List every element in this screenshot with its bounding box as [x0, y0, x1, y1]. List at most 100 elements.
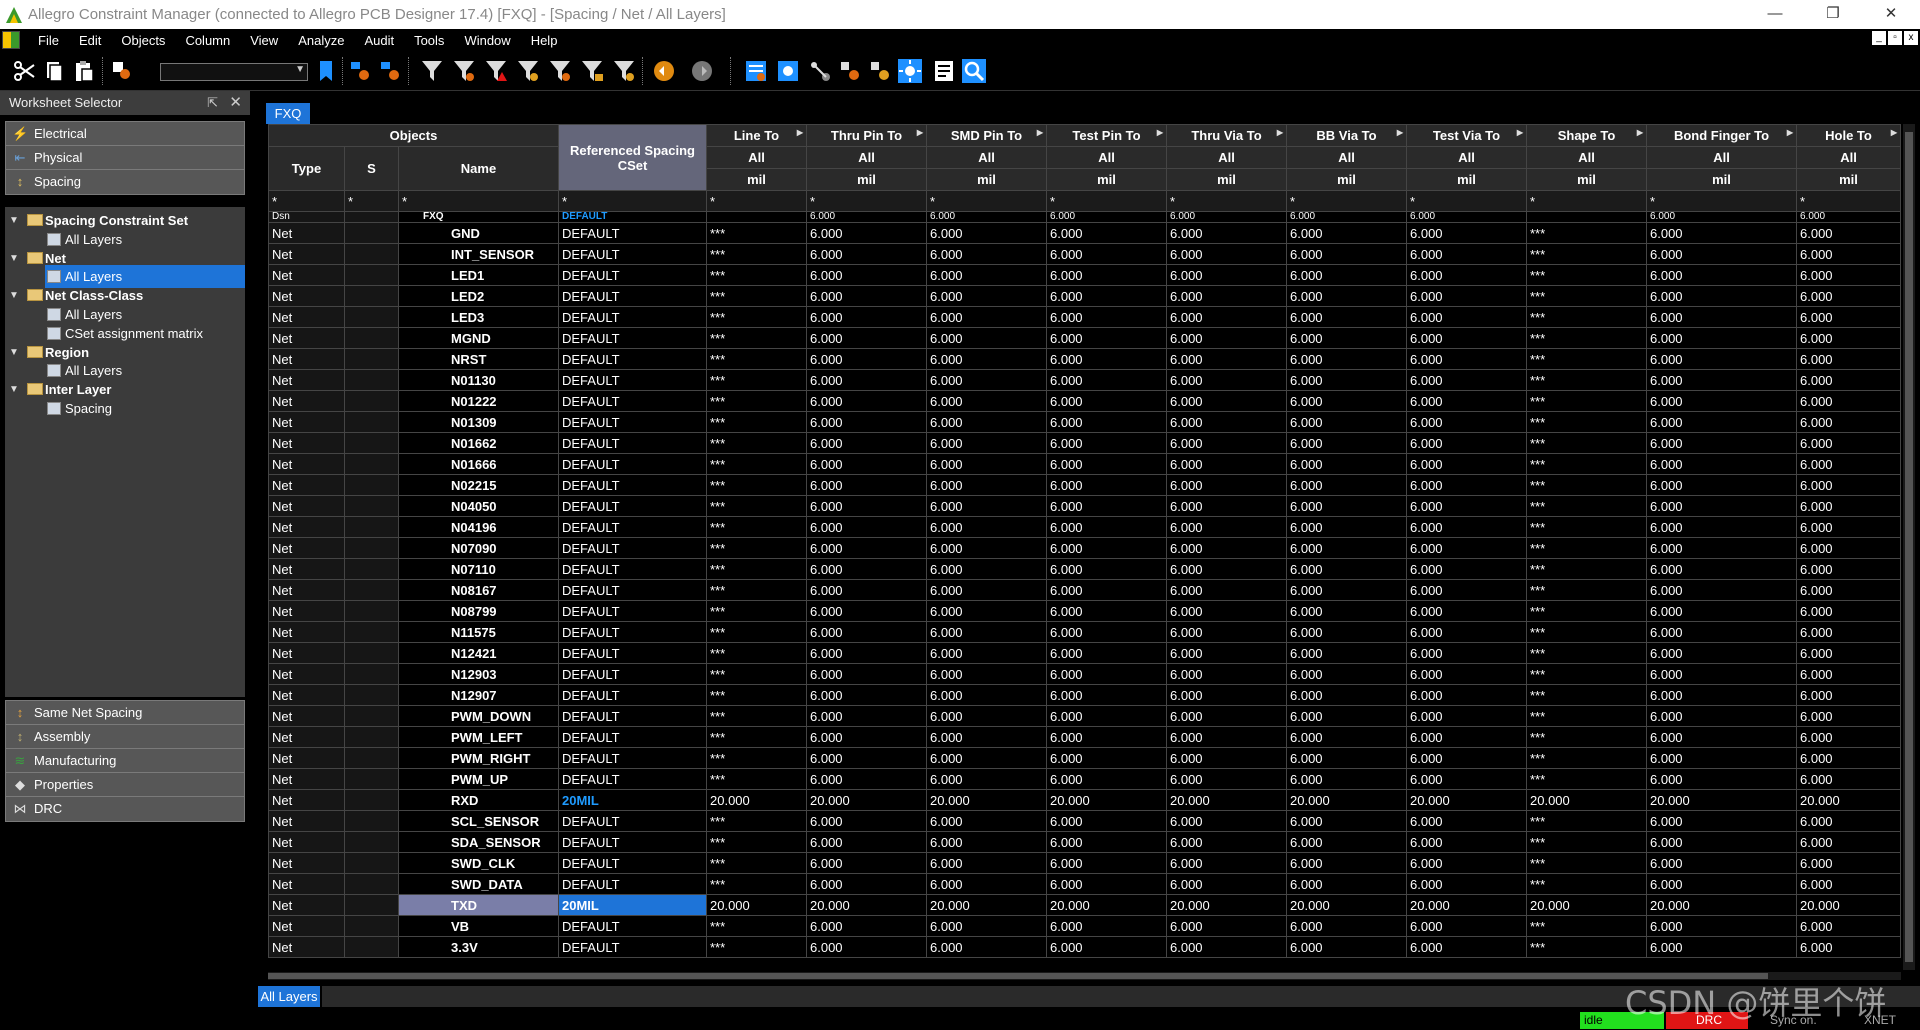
value-cell[interactable]: 6.000 [1646, 432, 1797, 454]
value-cell[interactable]: *** [706, 474, 807, 496]
value-cell[interactable]: 20.000 [926, 894, 1047, 916]
value-cell[interactable]: 6.000 [1046, 705, 1167, 727]
value-cell[interactable]: 6.000 [1046, 726, 1167, 748]
value-cell[interactable]: 6.000 [1286, 873, 1407, 895]
value-cell[interactable]: 20.000 [1796, 894, 1901, 916]
value-cell[interactable]: 6.000 [1046, 285, 1167, 307]
s-cell[interactable] [344, 726, 399, 748]
value-cell[interactable]: 6.000 [1646, 747, 1797, 769]
s-cell[interactable] [344, 495, 399, 517]
value-cell[interactable]: 6.000 [1646, 390, 1797, 412]
table-row[interactable]: Net INT_SENSOR DEFAULT *** 6.000 6.000 6.000 6.… [268, 243, 1901, 265]
s-cell[interactable] [344, 873, 399, 895]
value-cell[interactable]: 6.000 [1286, 474, 1407, 496]
flag-next-icon[interactable] [378, 59, 402, 83]
value-cell[interactable]: *** [1526, 453, 1647, 475]
value-cell[interactable]: 20.000 [1796, 789, 1901, 811]
value-cell[interactable]: *** [706, 873, 807, 895]
expand-arrow-icon[interactable]: ▼ [9, 247, 19, 270]
worksheet-button-physical[interactable]: ⇤ Physical [5, 145, 245, 171]
value-cell[interactable]: *** [706, 831, 807, 853]
worksheet-icon[interactable] [744, 59, 768, 83]
value-cell[interactable]: 6.000 [1646, 600, 1797, 622]
value-cell[interactable]: 6.000 [1406, 537, 1527, 559]
value-cell[interactable]: 6.000 [1286, 831, 1407, 853]
settings-sun-icon[interactable] [898, 59, 922, 83]
value-cell[interactable]: 6.000 [806, 432, 927, 454]
value-cell[interactable]: 6.000 [1166, 768, 1287, 790]
value-cell[interactable]: 6.000 [1646, 663, 1797, 685]
value-cell[interactable]: 6.000 [1166, 264, 1287, 286]
value-cell[interactable]: *** [1526, 768, 1647, 790]
table-row[interactable]: Net N08167 DEFAULT *** 6.000 6.000 6.000 6.000 6… [268, 579, 1901, 601]
value-cell[interactable]: 6.000 [1646, 411, 1797, 433]
table-row[interactable]: Net 3.3V DEFAULT *** 6.000 6.000 6.000 6.000 6.0… [268, 936, 1901, 958]
value-cell[interactable]: 6.000 [1046, 936, 1167, 958]
table-row[interactable]: Net SWD_DATA DEFAULT *** 6.000 6.000 6.000 6.00… [268, 873, 1901, 895]
table-row[interactable]: Net MGND DEFAULT *** 6.000 6.000 6.000 6.000 6.0… [268, 327, 1901, 349]
menu-analyze[interactable]: Analyze [288, 33, 354, 48]
design-row-partial[interactable]: Dsn FXQ DEFAULT 6.000 6.000 6.000 6.000 6.000 6.… [268, 211, 1901, 223]
s-cell[interactable] [344, 915, 399, 937]
value-cell[interactable]: 6.000 [1046, 516, 1167, 538]
value-cell[interactable]: *** [706, 642, 807, 664]
net-name-cell[interactable]: FXQ [398, 211, 559, 223]
analyze-icon[interactable] [776, 59, 800, 83]
expand-arrow-icon[interactable]: ▼ [9, 209, 19, 232]
type-cell[interactable]: Net [268, 621, 345, 643]
column-header-hole-to[interactable]: Hole To ▶ [1796, 124, 1901, 147]
value-cell[interactable]: 6.000 [1046, 306, 1167, 328]
value-cell[interactable]: 6.000 [1166, 558, 1287, 580]
filter-cell[interactable]: * [558, 190, 707, 212]
value-cell[interactable]: 6.000 [1166, 327, 1287, 349]
s-cell[interactable] [344, 600, 399, 622]
value-cell[interactable]: 6.000 [1796, 327, 1901, 349]
expand-column-icon[interactable]: ▶ [1397, 128, 1403, 137]
value-cell[interactable]: 6.000 [926, 768, 1047, 790]
column-header-thru-via-to[interactable]: Thru Via To ▶ [1166, 124, 1287, 147]
value-cell[interactable]: 6.000 [1166, 495, 1287, 517]
worksheet-tab-all-layers[interactable]: All Layers [258, 986, 320, 1007]
worksheet-button-same-net-spacing[interactable]: ↕ Same Net Spacing [5, 700, 245, 726]
type-cell[interactable]: Net [268, 348, 345, 370]
type-cell[interactable]: Net [268, 789, 345, 811]
value-cell[interactable]: 6.000 [1166, 831, 1287, 853]
table-row[interactable]: Net RXD 20MIL 20.000 20.000 20.000 20.000 20.00… [268, 789, 1901, 811]
value-cell[interactable]: *** [1526, 747, 1647, 769]
value-cell[interactable]: 6.000 [806, 705, 927, 727]
value-cell[interactable]: 6.000 [1046, 768, 1167, 790]
value-cell[interactable]: 6.000 [806, 852, 927, 874]
value-cell[interactable]: *** [1526, 516, 1647, 538]
value-cell[interactable]: 6.000 [1406, 768, 1527, 790]
value-cell[interactable]: 6.000 [1406, 558, 1527, 580]
table-row[interactable]: Net VB DEFAULT *** 6.000 6.000 6.000 6.000 6.000… [268, 915, 1901, 937]
table-row[interactable]: Net N11575 DEFAULT *** 6.000 6.000 6.000 6.000 6… [268, 621, 1901, 643]
value-cell[interactable]: 6.000 [926, 264, 1047, 286]
value-cell[interactable]: 6.000 [1406, 579, 1527, 601]
net-name-cell[interactable]: N02215 [398, 474, 559, 496]
value-cell[interactable]: 6.000 [806, 915, 927, 937]
value-cell[interactable]: 6.000 [806, 474, 927, 496]
referenced-cset-cell[interactable]: DEFAULT [558, 285, 707, 307]
menu-edit[interactable]: Edit [69, 33, 111, 48]
value-cell[interactable]: *** [706, 663, 807, 685]
filter-list-icon[interactable] [580, 59, 604, 83]
value-cell[interactable]: 6.000 [1646, 474, 1797, 496]
value-cell[interactable]: 20.000 [1526, 789, 1647, 811]
referenced-cset-cell[interactable]: DEFAULT [558, 474, 707, 496]
value-cell[interactable]: 6.000 [806, 621, 927, 643]
menu-audit[interactable]: Audit [354, 33, 404, 48]
value-cell[interactable]: 6.000 [1796, 852, 1901, 874]
value-cell[interactable]: *** [1526, 873, 1647, 895]
net-name-cell[interactable]: N07110 [398, 558, 559, 580]
value-cell[interactable]: 6.000 [926, 411, 1047, 433]
value-cell[interactable]: 6.000 [806, 936, 927, 958]
table-row[interactable]: Net N12907 DEFAULT *** 6.000 6.000 6.000 6.000 6… [268, 684, 1901, 706]
value-cell[interactable]: 6.000 [1796, 348, 1901, 370]
s-cell[interactable] [344, 537, 399, 559]
table-row[interactable]: Net N08799 DEFAULT *** 6.000 6.000 6.000 6.000 6… [268, 600, 1901, 622]
table-row[interactable]: Net N04196 DEFAULT *** 6.000 6.000 6.000 6.000 6… [268, 516, 1901, 538]
type-cell[interactable]: Net [268, 327, 345, 349]
value-cell[interactable]: 6.000 [926, 348, 1047, 370]
referenced-cset-cell[interactable]: DEFAULT [558, 411, 707, 433]
